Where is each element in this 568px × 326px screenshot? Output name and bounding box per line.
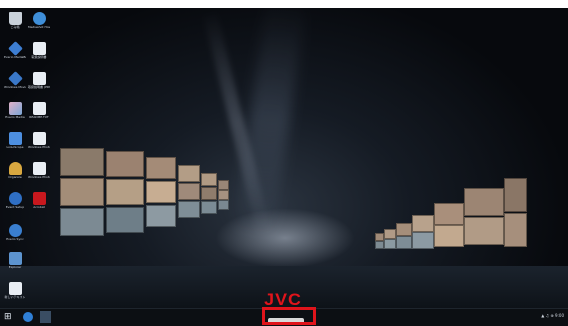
doc-icon-1[interactable]: 取扱説明書 xyxy=(28,42,50,66)
doc-icon-5[interactable]: Windows Photo xyxy=(28,162,50,186)
icon-label: README.TXT xyxy=(29,115,49,119)
document-icon xyxy=(8,282,22,295)
highlight-box xyxy=(262,307,316,325)
icon-label: 新しいテキスト xyxy=(4,295,26,299)
app-icon-5[interactable]: Organize xyxy=(4,162,26,186)
folder-icon xyxy=(8,252,22,265)
desktop-wallpaper xyxy=(0,8,568,325)
document-icon xyxy=(32,102,46,115)
icon-label: Explorer xyxy=(8,265,22,269)
doc-icon-2[interactable]: 取扱説明書 (PDF) xyxy=(28,72,50,96)
disc-icon xyxy=(8,224,22,237)
app-icon-3[interactable]: Everio Media xyxy=(4,102,26,126)
document-icon xyxy=(32,72,46,85)
icon-label: 取扱説明書 (PDF) xyxy=(28,85,50,89)
app-icon xyxy=(8,132,22,145)
app-icon-2[interactable]: Windows Movie xyxy=(4,71,26,96)
document-icon xyxy=(32,132,46,145)
left-video-wall xyxy=(60,133,260,263)
doc-icon-6[interactable]: 新しいテキスト xyxy=(4,282,26,306)
app-icon xyxy=(7,71,23,86)
document-icon xyxy=(32,162,46,175)
app-icon-8[interactable]: Explorer xyxy=(4,252,26,276)
doc-icon-4[interactable]: Windows Photo xyxy=(28,132,50,156)
photo-icon xyxy=(8,102,22,115)
system-tray[interactable]: ▲ ♫ ⊕ 9:00 xyxy=(541,313,564,318)
trash-icon xyxy=(8,12,22,25)
disc-icon xyxy=(8,192,22,205)
start-button[interactable]: ⊞ xyxy=(4,313,13,322)
network-icon[interactable]: Mediashot Host xyxy=(28,12,50,36)
taskbar-app-icon[interactable] xyxy=(40,311,51,323)
people-icon xyxy=(8,162,22,175)
doc-icon-3[interactable]: README.TXT xyxy=(28,102,50,126)
icon-label: Everio Media xyxy=(5,115,25,119)
icon-label: Event Setup xyxy=(5,205,25,209)
icon-label: Windows Photo xyxy=(28,175,50,179)
icon-label: ごみ箱 xyxy=(10,25,20,29)
browser-icon[interactable] xyxy=(23,312,33,322)
document-icon xyxy=(32,42,46,55)
icon-label: Windows Photo xyxy=(28,145,50,149)
icon-label: Acrobat xyxy=(33,205,45,209)
icon-label: 取扱説明書 xyxy=(31,55,47,59)
icon-label: LoiLoScope xyxy=(6,145,24,149)
icon-label: Everio Sync xyxy=(6,237,24,241)
recycle-bin-icon[interactable]: ごみ箱 xyxy=(4,12,26,36)
app-icon-6[interactable]: Event Setup xyxy=(4,192,26,216)
icon-label: Mediashot Host xyxy=(28,25,50,29)
pdf-icon[interactable]: Acrobat xyxy=(28,192,50,216)
globe-icon xyxy=(32,12,46,25)
acrobat-icon xyxy=(32,192,46,205)
app-icon xyxy=(7,41,23,56)
app-icon-7[interactable]: Everio Sync xyxy=(4,224,26,248)
right-video-wall xyxy=(375,173,527,263)
app-icon-4[interactable]: LoiLoScope xyxy=(4,132,26,156)
app-icon-1[interactable]: Everio MediaBrowser xyxy=(4,41,26,66)
icon-label: Organize xyxy=(8,175,22,179)
